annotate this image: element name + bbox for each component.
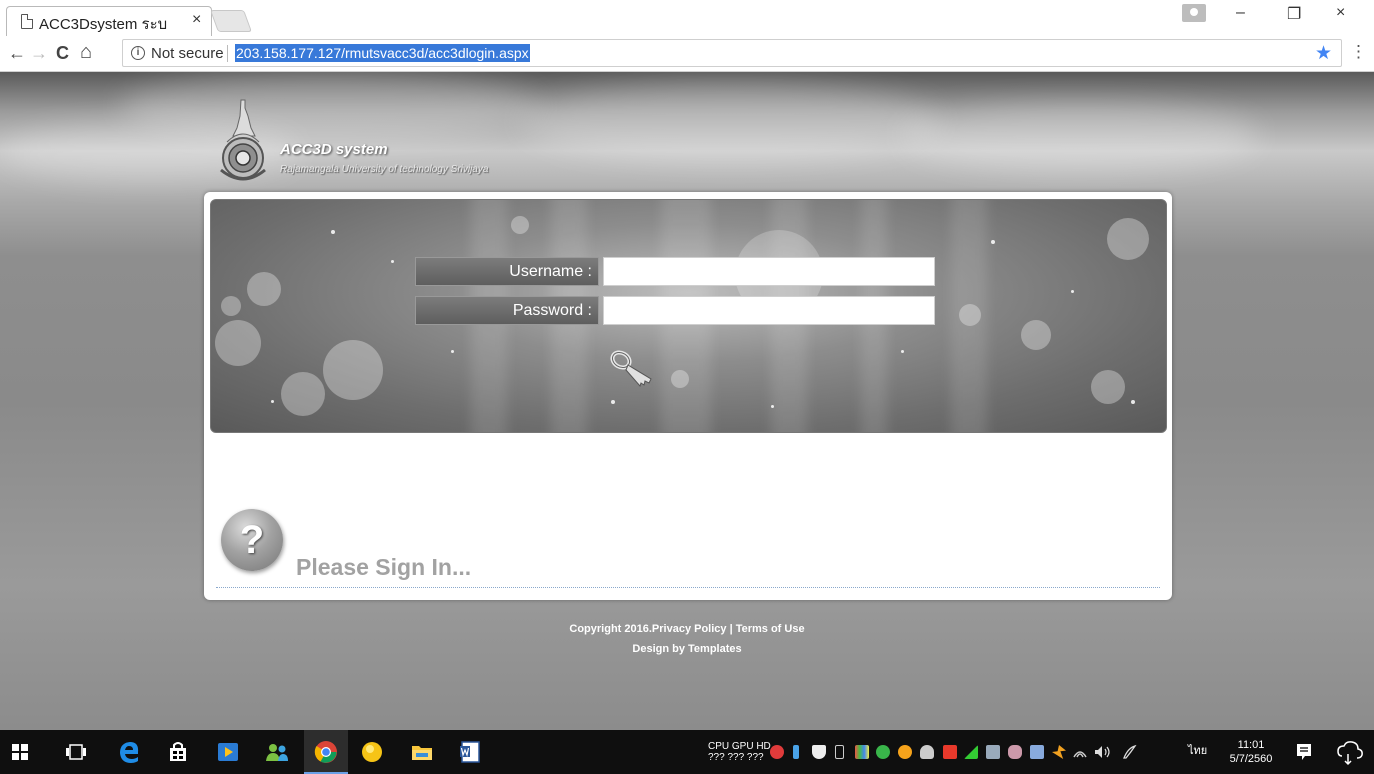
username-input[interactable] — [603, 257, 935, 286]
bubble — [247, 272, 281, 306]
update-tray-icon[interactable] — [898, 745, 912, 759]
record-tray-icon[interactable] — [770, 745, 784, 759]
perf-values: ??? ??? ??? — [708, 752, 764, 763]
store-icon[interactable] — [166, 740, 190, 764]
word-icon[interactable] — [458, 740, 482, 764]
username-label: Username : — [415, 257, 599, 286]
home-button[interactable]: ⌂ — [80, 41, 92, 64]
address-bar[interactable]: i Not secure 203.158.177.127/rmutsvacc3d… — [122, 39, 1342, 67]
sparkle — [771, 405, 774, 408]
network-tray-icon[interactable] — [1030, 745, 1044, 759]
page-background: ACC3D system Rajamangala University of t… — [0, 72, 1374, 730]
divider — [227, 45, 228, 62]
volume-icon[interactable] — [1094, 745, 1112, 759]
cloud — [520, 82, 940, 162]
chrome-taskbar-button[interactable] — [304, 730, 348, 774]
page-icon — [21, 14, 33, 29]
action-center-icon[interactable] — [1296, 743, 1312, 761]
bubble — [959, 304, 981, 326]
start-button-icon[interactable] — [12, 744, 28, 760]
info-icon[interactable]: i — [131, 46, 145, 60]
usb-tray-icon[interactable] — [835, 745, 844, 759]
sync-tray-icon[interactable] — [876, 745, 890, 759]
shield-tray-icon[interactable] — [812, 745, 826, 759]
bubble — [1091, 370, 1125, 404]
sparkle — [451, 350, 454, 353]
copyright-text: Copyright 2016.Privacy Policy | Terms of… — [569, 623, 805, 635]
bookmark-star-icon[interactable]: ★ — [1315, 42, 1332, 65]
media-player-icon[interactable] — [216, 740, 240, 764]
people-icon[interactable] — [265, 740, 289, 764]
login-banner: Username : Password : — [210, 199, 1167, 433]
minimize-button[interactable]: – — [1236, 4, 1245, 22]
reload-button[interactable]: C — [56, 43, 69, 64]
printer-tray-icon[interactable] — [986, 745, 1000, 759]
bubble — [221, 296, 241, 316]
site-title: ACC3D system — [280, 141, 388, 158]
file-explorer-icon[interactable] — [410, 740, 434, 764]
help-icon: ? — [221, 509, 283, 571]
bubble — [281, 372, 325, 416]
new-tab-button[interactable] — [209, 10, 253, 32]
tab-title: ACC3Dsystem ระบ — [39, 16, 168, 33]
bubble — [1021, 320, 1051, 350]
edge-browser-icon[interactable] — [117, 740, 141, 764]
login-card: Username : Password : ? Please Sign In..… — [204, 192, 1172, 600]
clock-time: 11:01 — [1237, 739, 1265, 751]
signal-tray-icon[interactable] — [964, 745, 978, 759]
pen-icon[interactable] — [1122, 744, 1138, 760]
clock[interactable]: 11:01 5/7/2560 — [1226, 738, 1276, 766]
restore-button[interactable]: ❐ — [1287, 4, 1301, 24]
back-button[interactable]: ← — [8, 43, 26, 64]
language-indicator[interactable]: ไทย — [1188, 746, 1207, 757]
perf-labels: CPU GPU HD — [708, 741, 771, 752]
bubble — [671, 370, 689, 388]
sparkle — [271, 400, 274, 403]
cloud — [900, 102, 1260, 172]
university-logo — [220, 99, 266, 181]
cloud-tray-icon[interactable] — [920, 745, 934, 759]
browser-tab-bar: ACC3Dsystem ระบ × – ❐ × — [0, 0, 1374, 36]
bubble — [215, 320, 261, 366]
window-close-button[interactable]: × — [1336, 4, 1345, 22]
security-label[interactable]: Not secure — [151, 45, 224, 62]
sparkle — [1071, 290, 1074, 293]
sparkle — [331, 230, 335, 234]
bubble — [511, 216, 529, 234]
sparkle — [391, 260, 394, 263]
forward-button[interactable]: → — [30, 43, 48, 64]
sparkle — [991, 240, 995, 244]
bubble — [1107, 218, 1149, 260]
power-tray-icon[interactable] — [1052, 745, 1066, 759]
sign-in-message: Please Sign In... — [296, 554, 472, 580]
tab-close-icon[interactable]: × — [192, 11, 201, 29]
divider — [216, 587, 1160, 588]
wifi-icon[interactable] — [1072, 745, 1088, 759]
pdf-tray-icon[interactable] — [943, 745, 957, 759]
browser-menu-icon[interactable]: ⋮ — [1350, 42, 1367, 62]
password-input[interactable] — [603, 296, 935, 325]
sun-app-icon[interactable] — [360, 740, 384, 764]
sparkle — [901, 350, 904, 353]
sparkle — [611, 400, 615, 404]
password-label: Password : — [415, 296, 599, 325]
tools-tray-icon[interactable] — [1008, 745, 1022, 759]
key-icon[interactable] — [609, 348, 657, 388]
profile-icon[interactable] — [1182, 4, 1206, 22]
browser-tab[interactable]: ACC3Dsystem ระบ × — [6, 6, 212, 36]
clock-date: 5/7/2560 — [1229, 753, 1273, 765]
taskbar: CPU GPU HD ??? ??? ??? ไทย 11:01 5/7/256… — [0, 730, 1374, 774]
design-credit: Design by Templates — [632, 643, 742, 655]
battery-tray-icon[interactable] — [793, 745, 799, 759]
chrome-icon — [314, 741, 337, 763]
browser-toolbar: ← → C ⌂ i Not secure 203.158.177.127/rmu… — [0, 36, 1374, 72]
site-subtitle: Rajamangala University of technology Sri… — [280, 164, 489, 175]
app-tray-icon[interactable] — [855, 745, 869, 759]
task-view-icon[interactable] — [66, 743, 86, 761]
sparkle — [1131, 400, 1135, 404]
bubble — [323, 340, 383, 400]
url-text[interactable]: 203.158.177.127/rmutsvacc3d/acc3dlogin.a… — [235, 44, 530, 62]
cortana-icon[interactable] — [1336, 740, 1364, 766]
